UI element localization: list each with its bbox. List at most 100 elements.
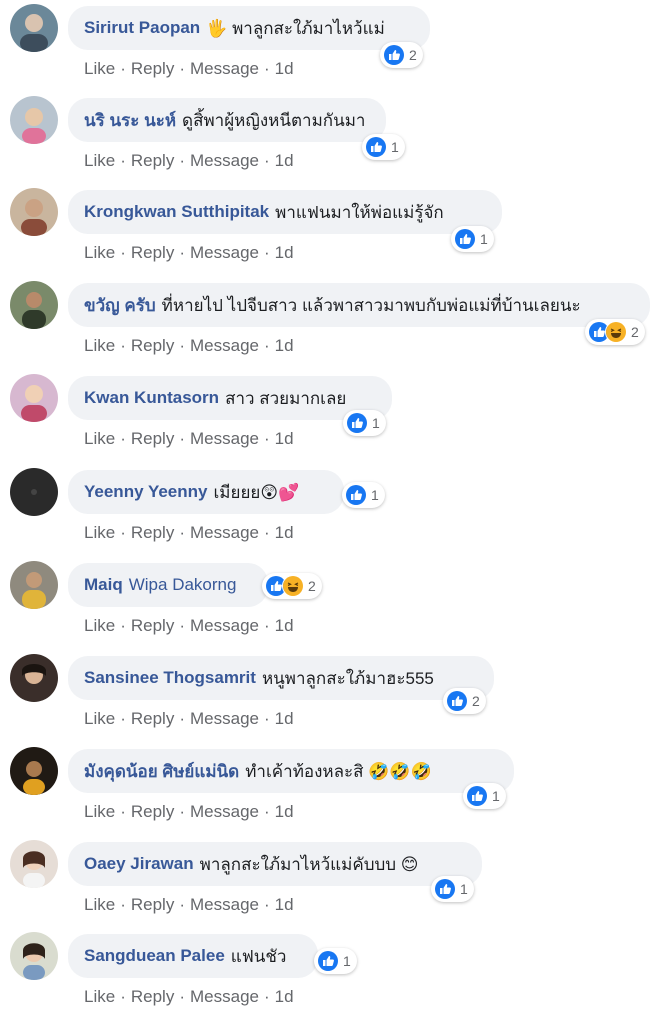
avatar[interactable] <box>10 747 58 795</box>
reaction-summary[interactable]: 1 <box>314 948 357 974</box>
separator: · <box>120 59 126 78</box>
separator: · <box>120 802 126 821</box>
avatar[interactable] <box>10 654 58 702</box>
like-link[interactable]: Like <box>84 243 115 262</box>
reply-link[interactable]: Reply <box>131 802 174 821</box>
reply-link[interactable]: Reply <box>131 59 174 78</box>
reply-link[interactable]: Reply <box>131 336 174 355</box>
like-reaction-icon <box>317 950 339 972</box>
separator: · <box>263 709 270 728</box>
like-link[interactable]: Like <box>84 895 115 914</box>
reaction-summary[interactable]: 1 <box>451 226 494 252</box>
reaction-summary[interactable]: 1 <box>342 482 385 508</box>
like-link[interactable]: Like <box>84 802 115 821</box>
timestamp[interactable]: 1d <box>275 802 294 821</box>
message-link[interactable]: Message <box>190 243 259 262</box>
avatar[interactable] <box>10 840 58 888</box>
timestamp[interactable]: 1d <box>275 523 294 542</box>
avatar[interactable] <box>10 374 58 422</box>
timestamp[interactable]: 1d <box>275 709 294 728</box>
comment-author[interactable]: Maiq <box>84 575 123 595</box>
separator: · <box>179 151 185 170</box>
separator: · <box>179 59 185 78</box>
separator: · <box>179 895 185 914</box>
like-reaction-icon <box>434 878 456 900</box>
comment-author[interactable]: Sansinee Thogsamrit <box>84 668 256 688</box>
reply-link[interactable]: Reply <box>131 151 174 170</box>
reaction-count: 1 <box>492 788 500 804</box>
timestamp[interactable]: 1d <box>275 336 294 355</box>
message-link[interactable]: Message <box>190 523 259 542</box>
avatar[interactable] <box>10 4 58 52</box>
comment-bubble: ขวัญ ครับ ที่หายไป ไปจีบสาว แล้วพาสาวมาพ… <box>68 283 650 327</box>
comment-mention[interactable]: Wipa Dakorng <box>129 575 237 595</box>
reaction-summary[interactable]: 2 <box>380 42 423 68</box>
avatar[interactable] <box>10 96 58 144</box>
reaction-summary[interactable]: 1 <box>343 410 386 436</box>
comment-author[interactable]: ขวัญ ครับ <box>84 292 156 319</box>
reply-link[interactable]: Reply <box>131 895 174 914</box>
message-link[interactable]: Message <box>190 709 259 728</box>
reply-link[interactable]: Reply <box>131 429 174 448</box>
avatar[interactable] <box>10 281 58 329</box>
message-link[interactable]: Message <box>190 802 259 821</box>
reaction-summary[interactable]: 1 <box>463 783 506 809</box>
reply-link[interactable]: Reply <box>131 243 174 262</box>
avatar[interactable] <box>10 468 58 516</box>
reply-link[interactable]: Reply <box>131 616 174 635</box>
message-link[interactable]: Message <box>190 616 259 635</box>
message-link[interactable]: Message <box>190 336 259 355</box>
message-link[interactable]: Message <box>190 59 259 78</box>
comment-author[interactable]: นริ นระ นะห์ <box>84 107 176 134</box>
like-link[interactable]: Like <box>84 523 115 542</box>
separator: · <box>263 523 270 542</box>
comment-item: Yeenny Yeenny เมียยย😲💕 1 Like · Reply · Mess… <box>0 468 650 561</box>
avatar[interactable] <box>10 561 58 609</box>
separator: · <box>263 243 270 262</box>
like-link[interactable]: Like <box>84 151 115 170</box>
message-link[interactable]: Message <box>190 895 259 914</box>
like-link[interactable]: Like <box>84 616 115 635</box>
separator: · <box>263 59 270 78</box>
comment-author[interactable]: Sangduean Palee <box>84 946 225 966</box>
comment-author[interactable]: Kwan Kuntasorn <box>84 388 219 408</box>
reply-link[interactable]: Reply <box>131 709 174 728</box>
comment-text: หนูพาลูกสะใภ้มาฮะ555 <box>261 668 434 688</box>
message-link[interactable]: Message <box>190 151 259 170</box>
like-link[interactable]: Like <box>84 709 115 728</box>
comment-author[interactable]: Oaey Jirawan <box>84 854 194 874</box>
timestamp[interactable]: 1d <box>275 616 294 635</box>
avatar[interactable] <box>10 932 58 980</box>
comment-author[interactable]: Krongkwan Sutthipitak <box>84 202 269 222</box>
timestamp[interactable]: 1d <box>275 895 294 914</box>
like-link[interactable]: Like <box>84 59 115 78</box>
timestamp[interactable]: 1d <box>275 243 294 262</box>
like-link[interactable]: Like <box>84 429 115 448</box>
separator: · <box>120 429 126 448</box>
reaction-summary[interactable]: 1 <box>362 134 405 160</box>
comment-author[interactable]: Yeenny Yeenny <box>84 482 207 502</box>
reaction-summary[interactable]: 2 <box>443 688 486 714</box>
timestamp[interactable]: 1d <box>275 151 294 170</box>
message-link[interactable]: Message <box>190 429 259 448</box>
reply-link[interactable]: Reply <box>131 523 174 542</box>
like-link[interactable]: Like <box>84 987 115 1006</box>
timestamp[interactable]: 1d <box>275 429 294 448</box>
comment-text: สาว สวยมากเลย <box>225 388 347 408</box>
reaction-summary[interactable]: 1 <box>431 876 474 902</box>
reaction-summary[interactable]: 2 <box>262 573 322 599</box>
separator: · <box>120 243 126 262</box>
message-link[interactable]: Message <box>190 987 259 1006</box>
comment-text: พาแฟนมาให้พ่อแม่รู้จัก <box>275 202 444 222</box>
reply-link[interactable]: Reply <box>131 987 174 1006</box>
reaction-summary[interactable]: 2 <box>585 319 645 345</box>
comment-text: ดูสิ้พาผู้หญิงหนีตามกันมา <box>182 110 366 130</box>
comment-author[interactable]: Sirirut Paopan <box>84 18 200 38</box>
timestamp[interactable]: 1d <box>275 59 294 78</box>
separator: · <box>120 616 126 635</box>
like-link[interactable]: Like <box>84 336 115 355</box>
like-reaction-icon <box>446 690 468 712</box>
comment-author[interactable]: มังคุดน้อย ศิษย์แม่นิด <box>84 758 239 785</box>
timestamp[interactable]: 1d <box>275 987 294 1006</box>
avatar[interactable] <box>10 188 58 236</box>
